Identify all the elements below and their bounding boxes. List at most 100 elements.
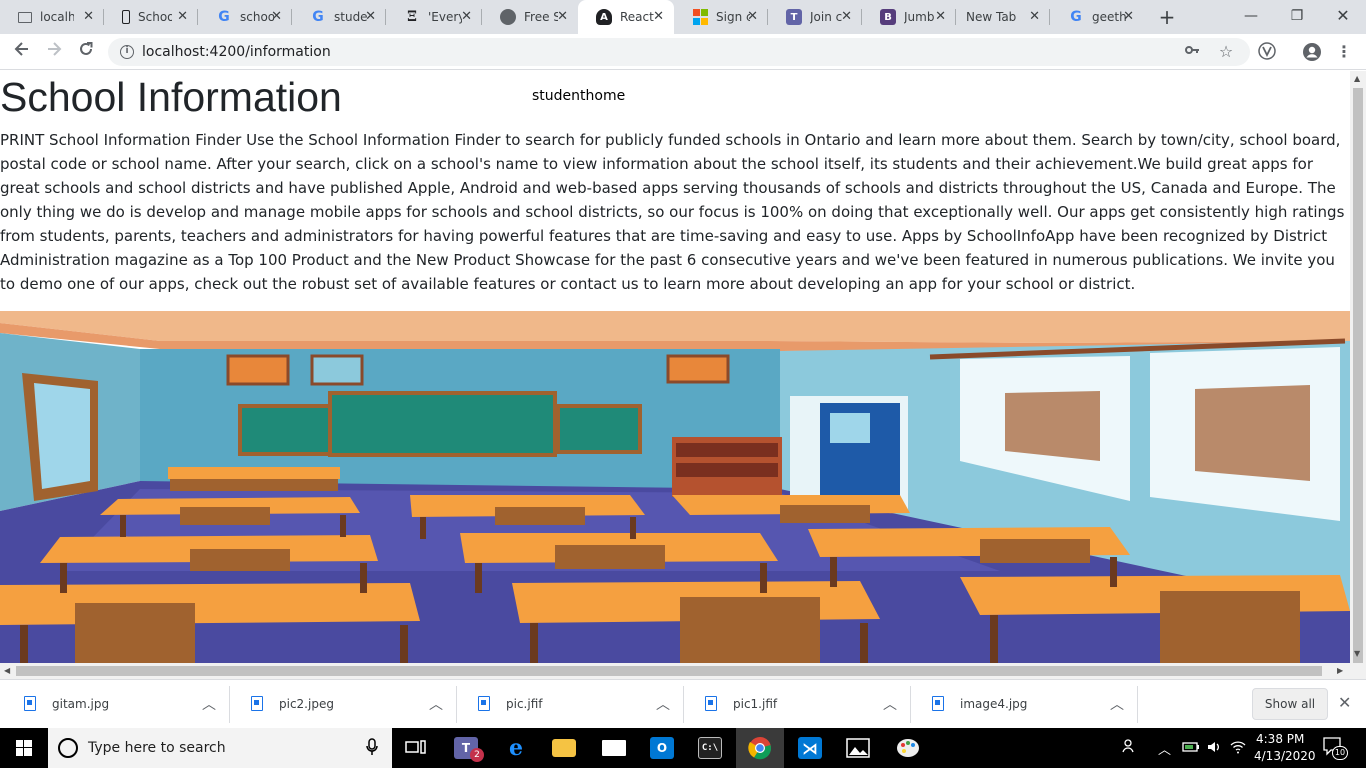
image-file-icon — [932, 696, 944, 711]
chevron-up-icon[interactable]: ︿ — [1158, 739, 1171, 758]
scroll-down-icon[interactable]: ▼ — [1354, 649, 1360, 658]
studenthome-link[interactable]: studenthome — [532, 88, 625, 104]
chevron-up-icon[interactable]: ︿ — [202, 694, 216, 714]
search-placeholder[interactable]: Type here to search — [88, 740, 226, 756]
reload-button[interactable] — [74, 40, 98, 64]
profile-icon[interactable] — [1302, 42, 1322, 62]
taskbar-paint[interactable] — [884, 728, 932, 768]
chevron-up-icon[interactable]: ︿ — [656, 694, 670, 714]
tab-school[interactable]: Schoo ✕ — [104, 0, 198, 34]
taskbar-file-explorer[interactable] — [540, 728, 588, 768]
tab-title: Join c — [810, 10, 843, 24]
key-icon[interactable] — [1182, 42, 1202, 62]
tab-localhost[interactable]: localh ✕ — [0, 0, 104, 34]
maximize-button[interactable]: ❐ — [1274, 0, 1320, 34]
close-icon[interactable]: ✕ — [1338, 693, 1351, 712]
taskbar-mail[interactable] — [590, 728, 638, 768]
taskbar-vscode[interactable]: ⋊ — [786, 728, 834, 768]
tab-title: stude — [334, 10, 368, 24]
page-title: School Information — [0, 74, 342, 120]
close-icon[interactable]: ✕ — [1123, 10, 1134, 24]
battery-icon[interactable] — [1182, 740, 1200, 758]
people-icon[interactable] — [1122, 738, 1138, 758]
url-text[interactable]: localhost:4200/information — [142, 44, 331, 60]
close-icon[interactable]: ✕ — [841, 10, 852, 24]
download-item[interactable]: image4.jpg ︿ — [912, 686, 1138, 723]
start-button[interactable] — [0, 728, 48, 768]
scroll-right-icon[interactable]: ▶ — [1337, 666, 1343, 675]
horizontal-scroll-thumb[interactable] — [16, 666, 1322, 676]
window-close-button[interactable]: ✕ — [1320, 0, 1366, 34]
taskbar-chrome[interactable] — [736, 728, 784, 768]
extension-v-icon[interactable] — [1257, 42, 1277, 62]
download-filename[interactable]: gitam.jpg — [52, 697, 109, 711]
tab-title: Schoo — [138, 10, 172, 24]
close-icon[interactable]: ✕ — [461, 10, 472, 24]
clock-date[interactable]: 4/13/2020 — [1254, 749, 1316, 763]
forward-button[interactable] — [42, 40, 66, 64]
download-filename[interactable]: pic1.jfif — [733, 697, 777, 711]
close-icon[interactable]: ✕ — [653, 10, 664, 24]
taskbar-terminal[interactable]: C:\ — [686, 728, 734, 768]
download-filename[interactable]: pic2.jpeg — [279, 697, 334, 711]
close-icon[interactable]: ✕ — [177, 10, 188, 24]
show-all-downloads-button[interactable]: Show all — [1252, 688, 1328, 720]
close-icon[interactable]: ✕ — [271, 10, 282, 24]
scroll-up-icon[interactable]: ▲ — [1354, 74, 1360, 83]
action-center-button[interactable]: 10 — [1322, 736, 1348, 760]
task-view-button[interactable] — [392, 728, 440, 768]
close-icon[interactable]: ✕ — [365, 10, 376, 24]
minimize-button[interactable]: — — [1228, 0, 1274, 34]
close-icon[interactable]: ✕ — [747, 10, 758, 24]
bootstrap-icon: B — [880, 9, 896, 25]
tab-title: geeth — [1092, 10, 1126, 24]
chevron-up-icon[interactable]: ︿ — [1110, 694, 1124, 714]
menu-kebab-icon[interactable]: ⋮ — [1334, 42, 1354, 62]
download-item[interactable]: pic.jfif ︿ — [458, 686, 684, 723]
close-icon[interactable]: ✕ — [83, 10, 94, 24]
tab-react-active[interactable]: A React ✕ — [578, 0, 674, 34]
close-icon[interactable]: ✕ — [1029, 10, 1040, 24]
wifi-icon[interactable] — [1230, 739, 1246, 759]
tab-jumbotron[interactable]: B Jumb ✕ — [862, 0, 956, 34]
taskbar-edge[interactable]: e — [492, 728, 540, 768]
horizontal-scrollbar[interactable]: ◀ ▶ — [0, 663, 1366, 679]
vertical-scrollbar[interactable]: ▲ ▼ — [1350, 71, 1366, 671]
volume-icon[interactable] — [1206, 739, 1222, 759]
download-item[interactable]: pic1.jfif ︿ — [685, 686, 911, 723]
taskbar-photos[interactable] — [834, 728, 882, 768]
scroll-left-icon[interactable]: ◀ — [4, 666, 10, 675]
tab-sign-in[interactable]: Sign c ✕ — [674, 0, 768, 34]
tab-google-geeth[interactable]: G geeth ✕ — [1050, 0, 1144, 34]
address-bar[interactable]: i localhost:4200/information ☆ — [108, 38, 1250, 66]
close-icon[interactable]: ✕ — [557, 10, 568, 24]
tab-new-tab[interactable]: New Tab ✕ — [956, 0, 1050, 34]
microphone-icon[interactable] — [366, 738, 378, 760]
phone-icon — [122, 10, 130, 24]
chevron-up-icon[interactable]: ︿ — [883, 694, 897, 714]
globe-icon — [500, 9, 516, 25]
back-button[interactable] — [10, 40, 34, 64]
taskbar-search-box[interactable]: Type here to search — [48, 728, 392, 768]
tab-join[interactable]: T Join c ✕ — [768, 0, 862, 34]
download-item[interactable]: pic2.jpeg ︿ — [231, 686, 457, 723]
download-filename[interactable]: pic.jfif — [506, 697, 542, 711]
vertical-scroll-thumb[interactable] — [1353, 88, 1363, 671]
close-icon[interactable]: ✕ — [935, 10, 946, 24]
paint-palette-icon — [897, 739, 919, 757]
tab-free[interactable]: Free S ✕ — [482, 0, 578, 34]
taskbar-teams[interactable]: T 2 — [442, 728, 490, 768]
tab-every[interactable]: Ξ 'Every ✕ — [386, 0, 482, 34]
tab-google-student[interactable]: G stude ✕ — [292, 0, 386, 34]
tab-google-school[interactable]: G schoo ✕ — [198, 0, 292, 34]
download-item[interactable]: gitam.jpg ︿ — [4, 686, 230, 723]
teams-badge: 2 — [470, 748, 484, 762]
bookmark-star-icon[interactable]: ☆ — [1216, 42, 1236, 62]
taskbar-outlook[interactable]: O — [638, 728, 686, 768]
info-icon[interactable]: i — [120, 45, 134, 59]
new-tab-button[interactable]: + — [1155, 5, 1179, 29]
clock-time[interactable]: 4:38 PM — [1256, 732, 1304, 746]
download-filename[interactable]: image4.jpg — [960, 697, 1027, 711]
chevron-up-icon[interactable]: ︿ — [429, 694, 443, 714]
task-view-icon — [405, 740, 426, 754]
